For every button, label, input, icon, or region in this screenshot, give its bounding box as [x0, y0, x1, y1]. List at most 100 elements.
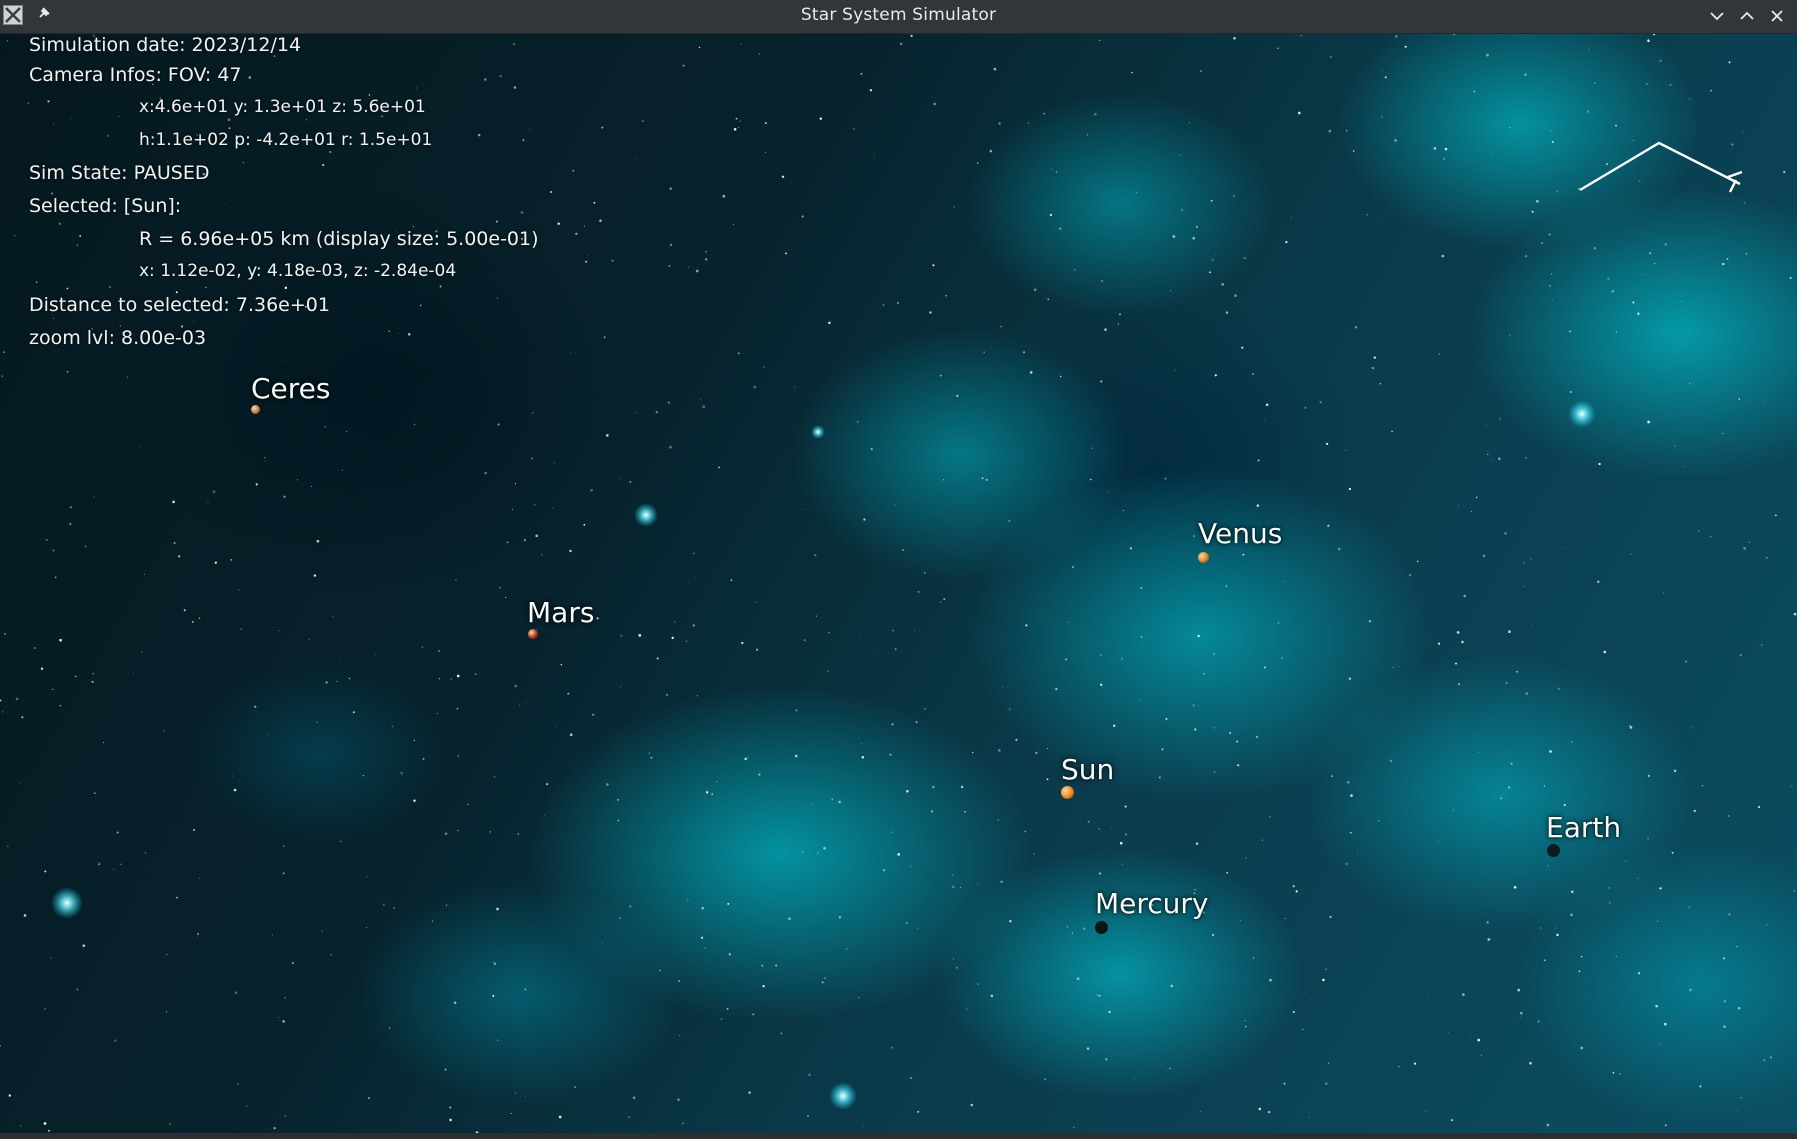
star: [1615, 955, 1617, 958]
label-sun[interactable]: Sun: [1061, 753, 1114, 786]
star: [1478, 751, 1480, 753]
star: [1517, 988, 1521, 992]
star: [1165, 717, 1168, 720]
ceres-marker[interactable]: [251, 405, 260, 414]
star: [94, 792, 96, 794]
mars-marker[interactable]: [528, 629, 538, 639]
star: [321, 930, 324, 932]
star: [69, 522, 72, 525]
star: [296, 479, 299, 481]
star: [1580, 1046, 1584, 1050]
star: [82, 944, 86, 948]
star: [1329, 915, 1332, 919]
star: [739, 120, 742, 122]
star: [1285, 240, 1288, 244]
star: [1723, 1000, 1727, 1003]
star: [891, 723, 894, 726]
star: [1067, 621, 1070, 624]
star: [1144, 1047, 1145, 1048]
star: [726, 1007, 729, 1010]
camera-rotation: h:1.1e+02 p: -4.2e+01 r: 1.5e+01: [139, 130, 433, 150]
star: [686, 898, 689, 901]
star: [913, 496, 915, 498]
star: [1641, 274, 1643, 276]
star: [1033, 288, 1037, 292]
label-venus[interactable]: Venus: [1198, 517, 1282, 550]
earth-marker[interactable]: [1547, 844, 1560, 857]
star: [1570, 913, 1573, 917]
star: [1498, 457, 1501, 461]
star: [1366, 213, 1368, 216]
star: [1325, 968, 1327, 970]
star: [997, 819, 1000, 821]
star: [902, 548, 905, 552]
mercury-marker[interactable]: [1095, 921, 1108, 934]
maximize-button[interactable]: [1737, 6, 1757, 26]
star: [1462, 993, 1465, 996]
star: [1348, 677, 1352, 680]
star: [1348, 487, 1352, 491]
simulation-viewport[interactable]: Simulation date: 2023/12/14 Camera Infos…: [0, 34, 1797, 1133]
star: [896, 301, 899, 305]
star: [495, 220, 499, 223]
star: [422, 758, 425, 760]
label-mercury[interactable]: Mercury: [1095, 887, 1209, 920]
star: [525, 1095, 526, 1097]
star: [1195, 225, 1198, 228]
star: [1213, 727, 1215, 729]
star: [1328, 1062, 1330, 1064]
label-ceres[interactable]: Ceres: [251, 372, 331, 405]
star: [753, 385, 757, 389]
star: [853, 128, 855, 131]
star: [1044, 1078, 1046, 1080]
star: [436, 712, 439, 715]
star: [627, 1116, 630, 1119]
star: [1447, 1031, 1449, 1033]
star: [1611, 290, 1615, 293]
star: [1701, 784, 1704, 787]
star: [1297, 115, 1299, 117]
star: [765, 151, 767, 153]
star: [900, 42, 903, 45]
minimize-button[interactable]: [1707, 6, 1727, 26]
star: [1121, 864, 1123, 865]
star: [685, 640, 688, 642]
star: [98, 863, 100, 866]
star: [960, 886, 962, 888]
star: [1027, 122, 1029, 124]
star: [1736, 945, 1738, 948]
star: [282, 872, 285, 875]
star: [733, 224, 734, 226]
star: [484, 471, 487, 475]
star: [702, 405, 706, 409]
star: [1637, 877, 1639, 879]
star: [1408, 573, 1412, 577]
star: [330, 954, 332, 956]
star: [1659, 887, 1662, 890]
close-button[interactable]: [1767, 6, 1787, 26]
star: [1089, 478, 1092, 481]
star: [983, 351, 985, 353]
star: [1509, 334, 1511, 336]
star: [1508, 630, 1511, 634]
star: [15, 697, 19, 701]
label-earth[interactable]: Earth: [1546, 811, 1621, 844]
star: [1456, 631, 1460, 634]
star: [531, 411, 534, 414]
star: [313, 574, 317, 577]
venus-marker[interactable]: [1198, 552, 1209, 563]
star: [1453, 34, 1456, 36]
star: [824, 977, 827, 980]
star: [519, 704, 521, 706]
star: [923, 572, 926, 574]
star: [273, 1127, 276, 1130]
sun-marker[interactable]: [1061, 786, 1074, 799]
star: [890, 831, 893, 833]
label-mars[interactable]: Mars: [527, 596, 594, 629]
star: [915, 721, 918, 723]
star: [1486, 921, 1489, 924]
star: [1762, 1058, 1766, 1062]
star: [1485, 425, 1487, 427]
star: [168, 1122, 172, 1126]
star: [413, 423, 415, 425]
